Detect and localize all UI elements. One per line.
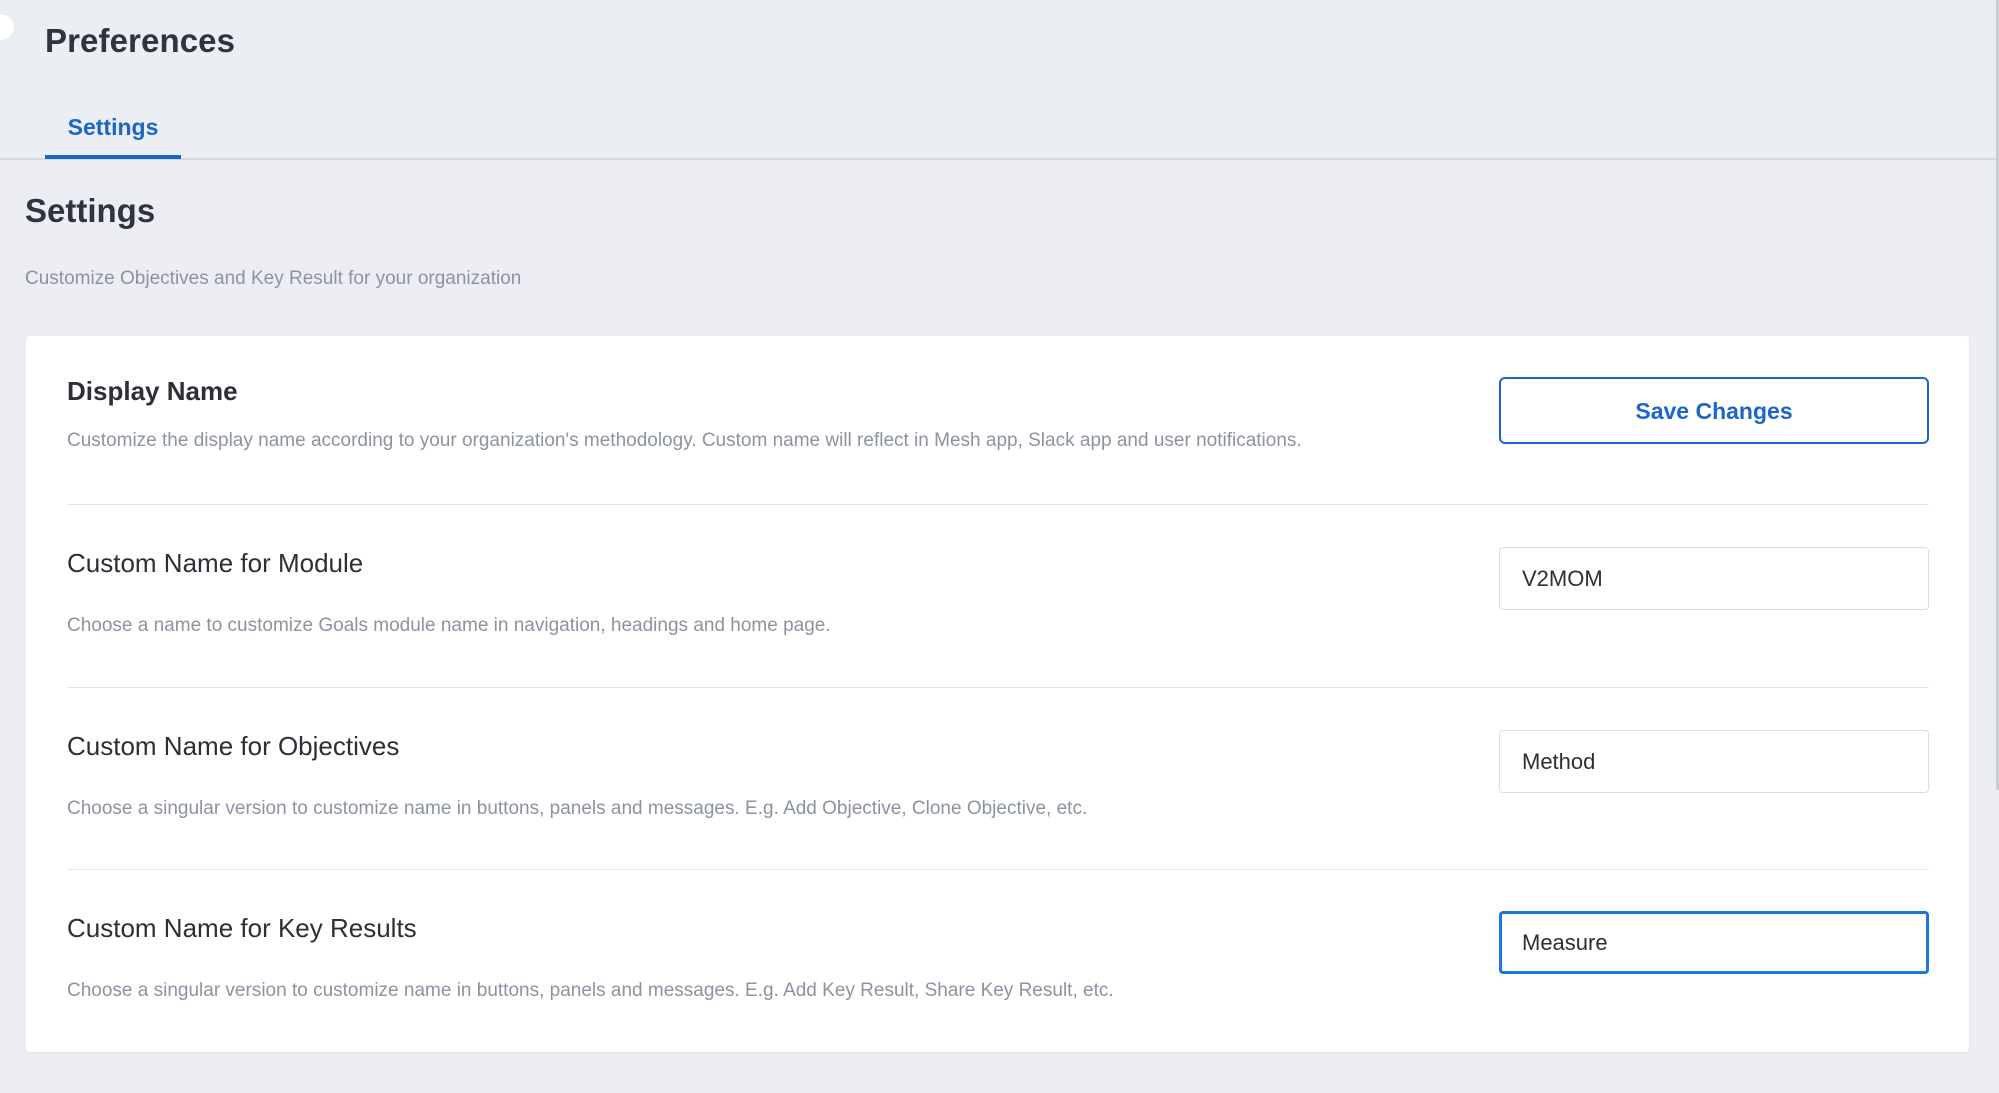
divider <box>67 869 1929 870</box>
collapse-handle[interactable] <box>0 14 14 40</box>
tab-settings[interactable]: Settings <box>45 95 181 159</box>
module-title: Custom Name for Module <box>67 548 364 578</box>
page-title: Preferences <box>45 22 236 59</box>
key-results-title: Custom Name for Key Results <box>67 913 417 943</box>
key-results-description: Choose a singular version to customize n… <box>67 980 1114 1001</box>
section-subtitle: Customize Objectives and Key Result for … <box>25 268 522 289</box>
divider <box>67 504 1929 505</box>
display-name-title: Display Name <box>67 376 238 406</box>
key-results-name-input[interactable] <box>1499 911 1929 974</box>
page-header: Preferences Settings <box>0 0 1999 160</box>
objectives-title: Custom Name for Objectives <box>67 731 400 761</box>
module-description: Choose a name to customize Goals module … <box>67 615 831 636</box>
settings-card: Display Name Customize the display name … <box>26 336 1969 1052</box>
objectives-name-input[interactable] <box>1499 730 1929 793</box>
objectives-description: Choose a singular version to customize n… <box>67 798 1088 819</box>
display-name-description: Customize the display name according to … <box>67 430 1302 451</box>
divider <box>67 687 1929 688</box>
section-title: Settings <box>25 192 156 229</box>
save-changes-button[interactable]: Save Changes <box>1499 377 1929 444</box>
module-name-input[interactable] <box>1499 547 1929 610</box>
